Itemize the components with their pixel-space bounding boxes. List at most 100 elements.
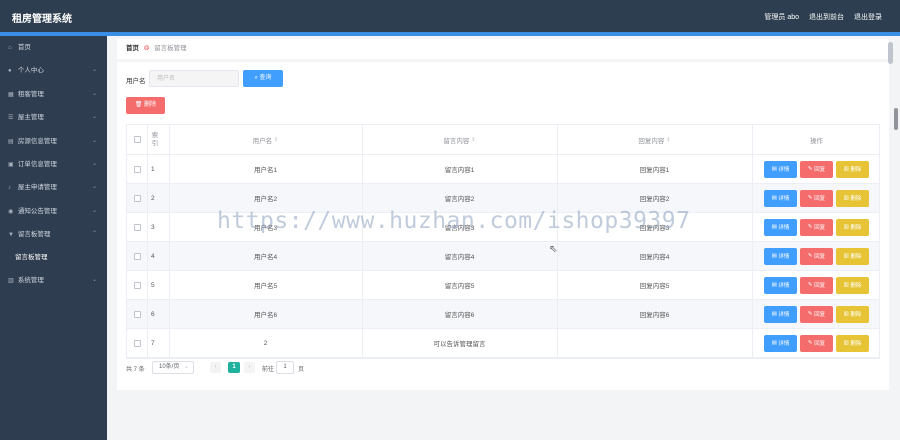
home-icon: ⌂: [8, 45, 12, 51]
cell-index: 5: [151, 281, 155, 289]
cell-message: 留言内容1: [444, 167, 475, 174]
row-checkbox[interactable]: [133, 194, 141, 202]
select-all-checkbox[interactable]: [133, 136, 141, 143]
reply-button[interactable]: ✎ 回复: [800, 276, 833, 294]
page-size-value: 10条/页: [159, 364, 180, 370]
delete-button[interactable]: ▥ 删除: [836, 276, 869, 294]
reply-button[interactable]: ✎ 回复: [800, 160, 833, 178]
sidebar-item-orders[interactable]: ▣ 订单信息管理 ⌄: [0, 153, 107, 176]
cell-reply: 回复内容6: [639, 312, 670, 319]
sidebar-item-owner-applications[interactable]: ♪ 屋主申请管理 ⌄: [0, 176, 107, 199]
scrollbar-thumb[interactable]: [888, 42, 893, 64]
list-icon: ☰: [8, 115, 14, 122]
detail-button[interactable]: ▤ 详情: [764, 189, 797, 207]
delete-button[interactable]: ▥ 删除: [836, 305, 869, 323]
cell-message: 可以告诉管理留言: [433, 341, 486, 348]
sidebar-item-notices[interactable]: ◉ 通知公告管理 ⌄: [0, 200, 107, 223]
detail-button[interactable]: ▤ 详情: [764, 305, 797, 323]
sidebar-item-label: 首页: [17, 44, 31, 51]
trash-icon: ▥: [843, 282, 849, 288]
detail-label: 详情: [778, 312, 790, 318]
delete-label: 删除: [850, 225, 862, 231]
detail-icon: ▤: [771, 311, 777, 317]
page-number-current[interactable]: 1: [228, 362, 240, 373]
row-checkbox[interactable]: [133, 281, 141, 289]
sidebar-item-label: 个人中心: [17, 67, 44, 75]
header-actions: 管理员 abo 退出到前台 退出登录: [764, 12, 882, 22]
sidebar-item-home[interactable]: ⌂ 首页: [0, 36, 107, 59]
reply-button[interactable]: ✎ 回复: [800, 247, 833, 265]
content-panel: 用户名 ⌕ 查询 🗑 删除 索引 用户名⇕ 留言内容⇕ 回复内容⇕ 操作 1: [117, 62, 889, 390]
goto-page-input[interactable]: 1: [276, 361, 294, 374]
detail-label: 详情: [778, 196, 790, 202]
goto-label: 前往: [262, 367, 275, 373]
sidebar-item-label: 租客管理: [17, 90, 44, 98]
cell-reply: 回复内容4: [639, 254, 670, 261]
edit-icon: ✎: [807, 311, 813, 317]
sidebar-item-label: 屋主管理: [17, 114, 44, 122]
chevron-down-icon: ⌄: [91, 67, 97, 74]
chevron-down-icon: ⌄: [91, 276, 97, 283]
sidebar-item-profile[interactable]: ● 个人中心 ⌄: [0, 59, 107, 82]
back-to-front-link[interactable]: 退出到前台: [809, 12, 844, 22]
breadcrumb-home[interactable]: 首页: [126, 45, 139, 52]
bell-icon: ♪: [8, 185, 11, 192]
sidebar-item-owners[interactable]: ☰ 屋主管理 ⌄: [0, 106, 107, 129]
row-checkbox[interactable]: [133, 310, 141, 318]
search-input[interactable]: [149, 70, 239, 87]
sidebar-item-listings[interactable]: ▤ 房源信息管理 ⌄: [0, 130, 107, 153]
table-row: 5 用户名5 留言内容5 回复内容5 ▤ 详情 ✎ 回复 ▥ 删除: [127, 271, 879, 300]
logout-link[interactable]: 退出登录: [854, 12, 882, 22]
next-page-button[interactable]: ›: [244, 362, 255, 373]
row-checkbox[interactable]: [133, 339, 141, 347]
column-header-reply[interactable]: 回复内容 ⇕: [557, 125, 752, 154]
reply-button[interactable]: ✎ 回复: [800, 189, 833, 207]
sidebar-item-label: 订单信息管理: [17, 160, 57, 168]
chevron-up-icon: ⌃: [91, 231, 97, 238]
delete-button[interactable]: ▥ 删除: [836, 218, 869, 236]
cell-index: 4: [151, 252, 155, 260]
search-button[interactable]: ⌕ 查询: [243, 70, 283, 87]
row-checkbox[interactable]: [133, 165, 141, 173]
reply-button[interactable]: ✎ 回复: [800, 218, 833, 236]
sidebar-item-messages[interactable]: ▼ 留言板管理 ⌃: [0, 223, 107, 246]
detail-label: 详情: [778, 254, 790, 260]
reply-button[interactable]: ✎ 回复: [800, 334, 833, 352]
detail-button[interactable]: ▤ 详情: [764, 334, 797, 352]
chevron-down-icon: ⌄: [91, 207, 97, 214]
cell-username: 用户名4: [253, 254, 278, 261]
column-header-message-label: 留言内容: [443, 137, 470, 145]
scrollbar-thumb[interactable]: [894, 108, 898, 130]
detail-label: 详情: [778, 225, 790, 231]
sidebar-item-system[interactable]: ▥ 系统管理 ⌄: [0, 269, 107, 292]
table-row: 3 用户名3 留言内容3 回复内容3 ▤ 详情 ✎ 回复 ▥ 删除: [127, 213, 879, 242]
detail-button[interactable]: ▤ 详情: [764, 247, 797, 265]
detail-icon: ▤: [771, 166, 777, 172]
edit-icon: ✎: [807, 253, 813, 259]
delete-button[interactable]: ▥ 删除: [836, 334, 869, 352]
page-size-select[interactable]: 10条/页 ⌄: [152, 361, 194, 374]
delete-label: 删除: [850, 196, 862, 202]
sidebar-item-tenants[interactable]: ▦ 租客管理 ⌄: [0, 83, 107, 106]
column-header-message[interactable]: 留言内容 ⇕: [362, 125, 557, 154]
sort-icon: ⇕: [666, 136, 671, 143]
detail-button[interactable]: ▤ 详情: [764, 160, 797, 178]
cell-reply: 回复内容5: [639, 283, 670, 290]
trash-icon: ▥: [843, 166, 849, 172]
reply-button[interactable]: ✎ 回复: [800, 305, 833, 323]
bulk-delete-button[interactable]: 🗑 删除: [126, 97, 165, 114]
table-row: 7 2 可以告诉管理留言 ▤ 详情 ✎ 回复 ▥ 删除: [127, 329, 879, 358]
delete-button[interactable]: ▥ 删除: [836, 189, 869, 207]
prev-page-button[interactable]: ‹: [210, 362, 221, 373]
row-checkbox[interactable]: [133, 223, 141, 231]
detail-button[interactable]: ▤ 详情: [764, 276, 797, 294]
trash-icon: 🗑: [134, 102, 143, 108]
detail-button[interactable]: ▤ 详情: [764, 218, 797, 236]
chevron-down-icon: ⌄: [91, 114, 97, 121]
column-header-actions: 操作: [810, 137, 823, 145]
sidebar-subitem-messages[interactable]: 留言板管理: [0, 247, 107, 269]
row-checkbox[interactable]: [133, 252, 141, 260]
column-header-username[interactable]: 用户名 ⇕: [169, 125, 362, 154]
delete-button[interactable]: ▥ 删除: [836, 160, 869, 178]
delete-button[interactable]: ▥ 删除: [836, 247, 869, 265]
